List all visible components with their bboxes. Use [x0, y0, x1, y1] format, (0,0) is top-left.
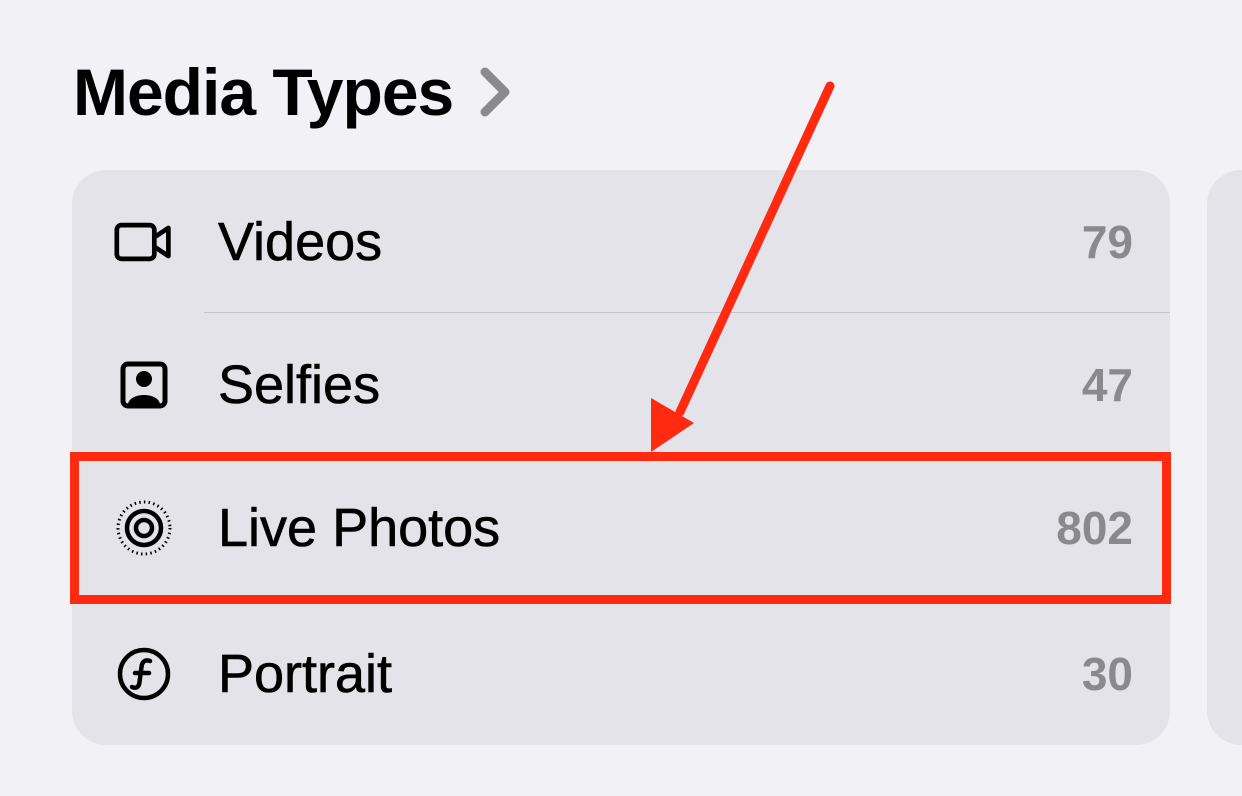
selfie-portrait-frame-icon — [114, 355, 174, 415]
list-item-count: 47 — [1081, 358, 1133, 411]
media-types-header[interactable]: Media Types — [73, 52, 515, 132]
chevron-right-icon — [475, 64, 515, 120]
list-item-videos[interactable]: Videos 79 — [72, 170, 1170, 313]
section-title: Media Types — [73, 55, 454, 129]
list-item-live-photos[interactable]: Live Photos 802 — [72, 456, 1170, 599]
portrait-f-circle-icon — [114, 644, 174, 704]
list-item-count: 79 — [1081, 215, 1133, 268]
media-types-list: Videos 79 Selfies 47 Live Photos 802 Por… — [72, 170, 1170, 745]
next-card-edge — [1207, 170, 1242, 745]
list-item-count: 30 — [1081, 647, 1133, 700]
list-item-portrait[interactable]: Portrait 30 — [72, 602, 1170, 745]
list-item-label: Portrait — [218, 643, 393, 704]
list-item-label: Live Photos — [218, 497, 501, 558]
live-photo-icon — [114, 498, 174, 558]
list-item-count: 802 — [1056, 501, 1133, 554]
list-item-label: Videos — [218, 211, 383, 272]
video-camera-icon — [114, 212, 174, 272]
list-item-selfies[interactable]: Selfies 47 — [72, 313, 1170, 456]
list-item-label: Selfies — [218, 354, 381, 415]
